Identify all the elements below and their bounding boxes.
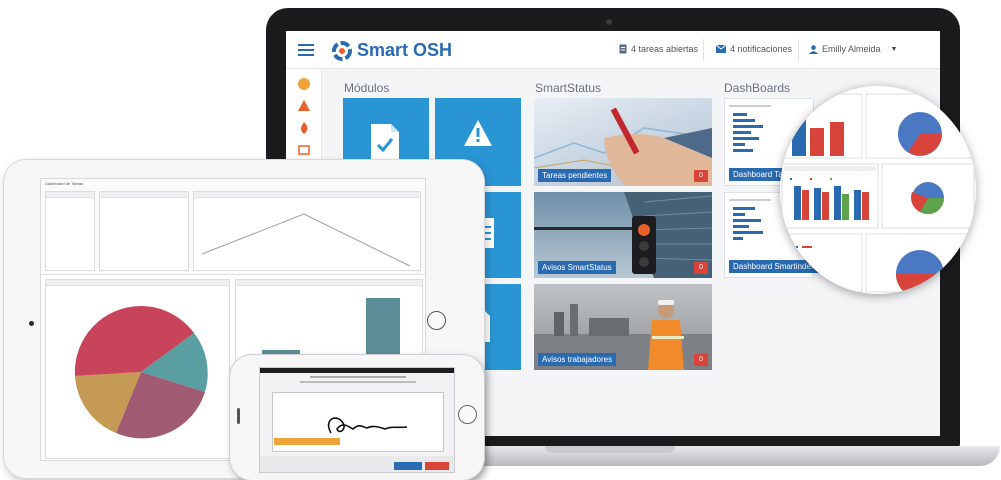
laptop-camera: [606, 19, 612, 25]
phone-status-bar: [260, 368, 454, 373]
app-title: Smart OSH: [357, 40, 453, 60]
tablet-panel-title: Dashboard de Tareas: [45, 181, 84, 186]
open-tasks-label: 4 tareas abiertas: [631, 44, 699, 54]
header-divider: [798, 39, 799, 61]
app-header: Smart OSH 4 tareas abiertas 4 notificaci…: [286, 31, 940, 69]
notifications-link[interactable]: 4 notificaciones: [716, 44, 792, 54]
logo-icon: [332, 41, 352, 61]
smartstatus-tile-pending[interactable]: Tareas pendientes 0: [534, 98, 712, 186]
warning-icon: [464, 120, 492, 146]
worker-alerts-badge: 0: [694, 354, 708, 366]
dashboard-zoom-bubble: [780, 86, 976, 294]
phone-confirm-button[interactable]: [394, 462, 422, 470]
open-tasks-link[interactable]: 4 tareas abiertas: [619, 44, 698, 54]
document-check-icon: [371, 124, 399, 160]
smartstatus-alerts-badge: 0: [694, 262, 708, 274]
panel-header: [46, 192, 94, 198]
pending-tasks-label: Tareas pendientes: [538, 169, 612, 182]
laptop-notch: [545, 446, 675, 453]
fire-icon[interactable]: [298, 121, 310, 134]
smartstatus-heading: SmartStatus: [535, 81, 602, 95]
panel-header: [236, 280, 422, 286]
worker-alerts-label: Avisos trabajadores: [538, 353, 617, 366]
phone-header-line: [310, 376, 406, 378]
dashboard-smartindex-label: Dashboard Smartindex: [729, 260, 819, 273]
header-divider: [703, 39, 704, 61]
user-name: Emilly Almeida: [822, 44, 881, 54]
modules-heading: Módulos: [344, 81, 390, 95]
phone-header-line: [300, 381, 416, 383]
dashboard-zoom-graphic: [781, 93, 975, 294]
menu-icon[interactable]: [298, 44, 314, 56]
dashboard-tasks-label: Dashboard Ta: [729, 168, 787, 181]
phone-home-button[interactable]: [458, 405, 477, 424]
user-menu[interactable]: Emilly Almeida ▼: [809, 44, 897, 54]
panel-header: [100, 192, 188, 198]
tablet-camera: [29, 321, 34, 326]
pending-tasks-badge: 0: [694, 170, 708, 182]
inbox-icon[interactable]: [298, 143, 310, 155]
tablet-list-panel: [99, 191, 189, 271]
tablet-line-chart-panel: [193, 191, 421, 271]
phone-speaker: [237, 408, 240, 424]
home-icon[interactable]: [298, 78, 310, 90]
tasks-icon: [619, 44, 627, 54]
mail-icon: [716, 45, 726, 53]
tablet-filter-panel: [45, 191, 95, 271]
tablet-home-button[interactable]: [427, 311, 446, 330]
smartstatus-alerts-label: Avisos SmartStatus: [538, 261, 616, 274]
user-icon: [809, 44, 818, 54]
tablet-pie-chart: [74, 305, 208, 439]
tablet-line-chart: [201, 213, 411, 267]
phone-cancel-button[interactable]: [425, 462, 449, 470]
phone-save-signature-button[interactable]: [274, 438, 340, 445]
notifications-label: 4 notificaciones: [730, 44, 793, 54]
phone-screen: [259, 367, 455, 473]
tablet-pie-panel: [45, 279, 230, 459]
tablet-top-panel: Dashboard de Tareas: [41, 179, 425, 275]
warning-rail-icon[interactable]: [298, 99, 310, 111]
caret-down-icon: ▼: [890, 45, 898, 53]
smartstatus-tile-workers[interactable]: Avisos trabajadores 0: [534, 284, 712, 370]
panel-header: [46, 280, 229, 286]
panel-header: [194, 192, 420, 198]
smartstatus-tile-alerts[interactable]: Avisos SmartStatus 0: [534, 192, 712, 278]
dashboards-heading: DashBoards: [724, 81, 791, 95]
